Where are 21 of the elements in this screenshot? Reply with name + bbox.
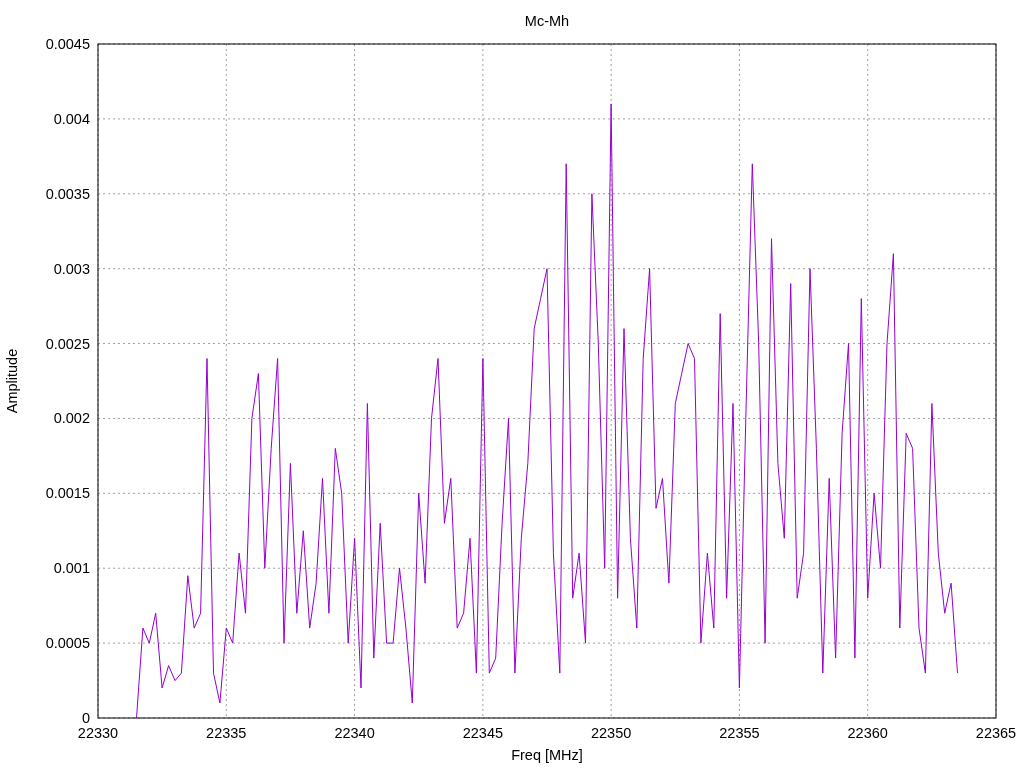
tick-label: 22345 — [462, 725, 503, 741]
tick-label: 0.0045 — [45, 36, 90, 52]
tick-label: 22335 — [206, 725, 247, 741]
y-axis-label: Amplitude — [4, 348, 20, 414]
x-axis-label: Freq [MHz] — [511, 747, 583, 763]
tick-label: 22360 — [847, 725, 888, 741]
chart-title: Mc-Mh — [524, 13, 570, 29]
tick-label: 22330 — [77, 725, 119, 741]
tick-label: 0.0025 — [45, 335, 90, 352]
tick-label: 0.003 — [53, 260, 90, 277]
tick-label: 0.0005 — [45, 635, 90, 652]
tick-label: 0.0035 — [45, 185, 90, 202]
tick-label: 0.001 — [53, 560, 90, 577]
tick-label: 22350 — [591, 725, 632, 741]
tick-label: 0.0015 — [45, 485, 90, 502]
tick-label: 0 — [81, 710, 90, 726]
tick-label: 0.004 — [53, 110, 90, 127]
tick-label: 22340 — [334, 725, 375, 741]
tick-label: 22355 — [719, 725, 760, 741]
tick-label: 22365 — [975, 725, 1017, 741]
tick-label: 0.002 — [53, 410, 90, 427]
